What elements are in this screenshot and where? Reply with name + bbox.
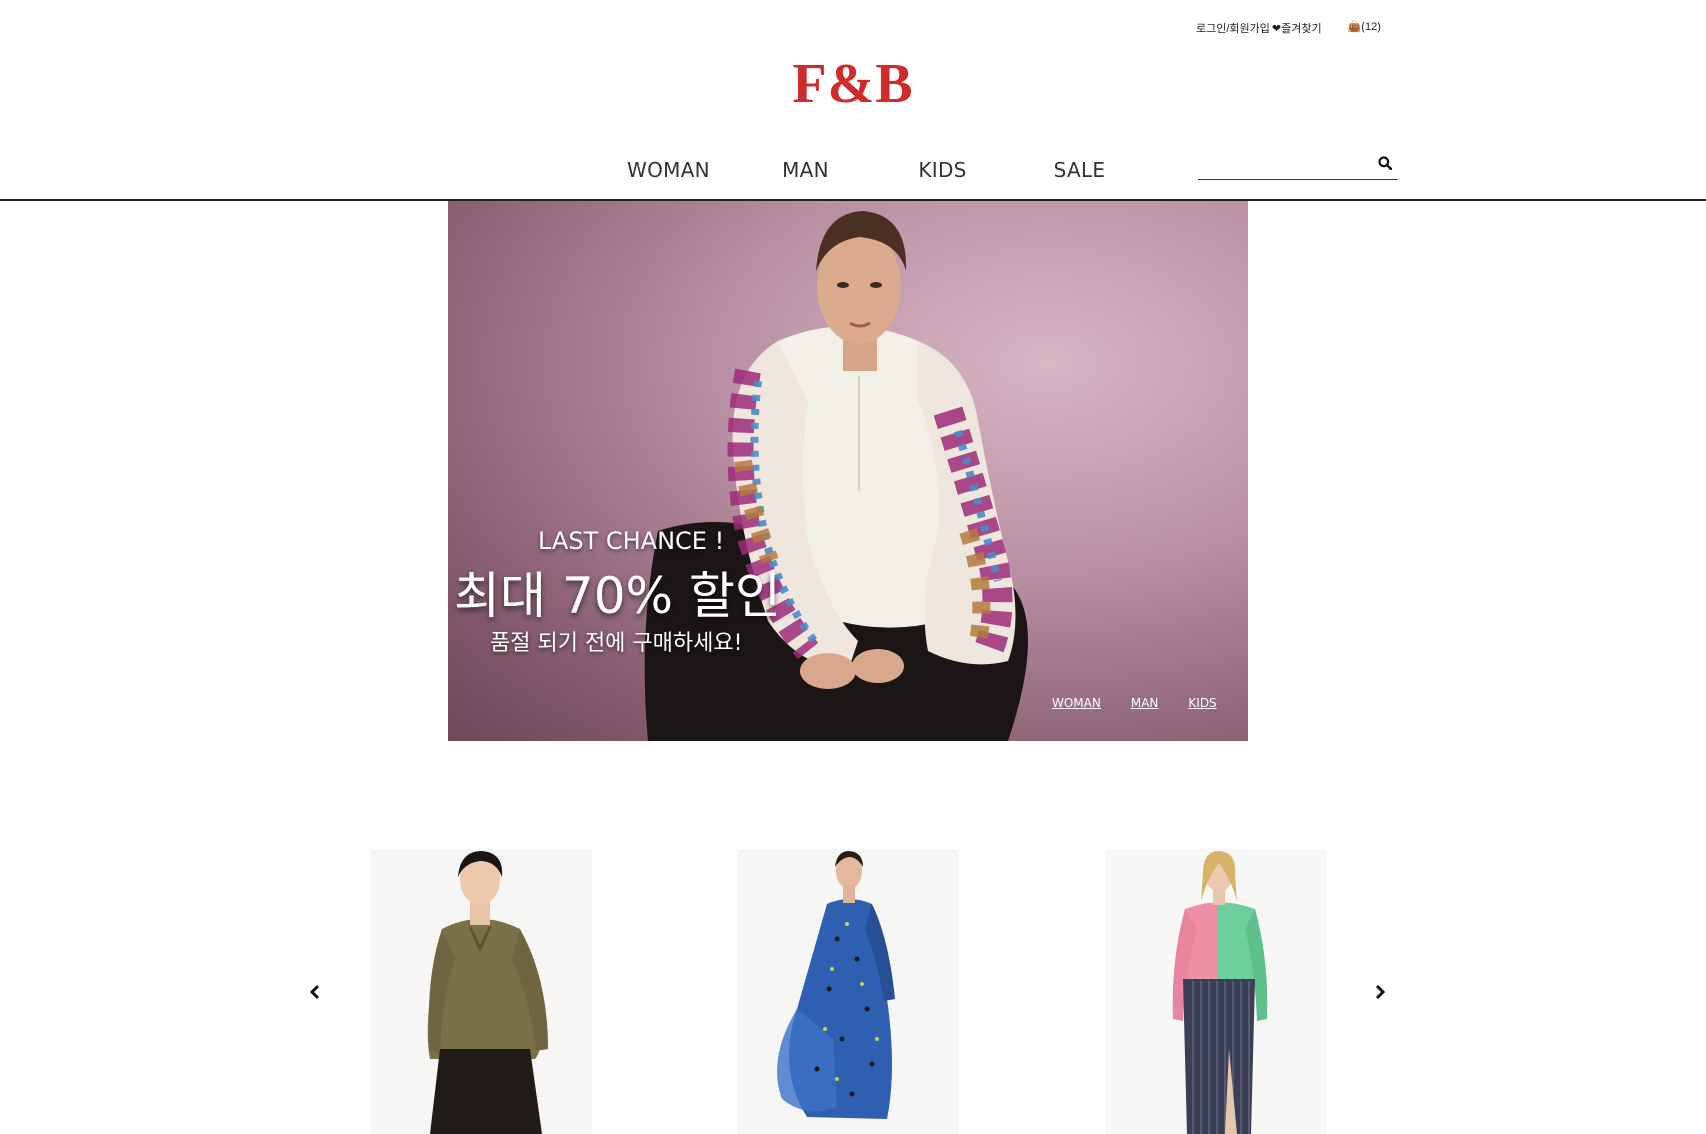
utility-left: 로그인/회원가입 ❤즐겨찾기 xyxy=(1196,20,1322,36)
nav-woman[interactable]: WOMAN xyxy=(600,158,737,182)
nav-man[interactable]: MAN xyxy=(737,158,874,182)
hero-link-man[interactable]: MAN xyxy=(1131,696,1159,710)
search-box xyxy=(1198,152,1398,180)
page: 로그인/회원가입 ❤즐겨찾기 👜(12) F&B WOMAN MAN KIDS … xyxy=(0,0,1706,1134)
product-image-khaki-shirt xyxy=(370,849,592,1134)
hero-discount: 최대 70% 할인 xyxy=(454,567,781,625)
chevron-left-icon[interactable] xyxy=(303,978,327,1006)
hero-category-links: WOMAN MAN KIDS xyxy=(1052,696,1217,710)
favorites-link[interactable]: ❤즐겨찾기 xyxy=(1272,20,1322,36)
hero-banner[interactable]: LAST CHANCE ! 최대 70% 할인 품절 되기 전에 구매하세요! … xyxy=(448,201,1248,741)
hero-headline: LAST CHANCE ! xyxy=(538,527,725,555)
hero-link-woman[interactable]: WOMAN xyxy=(1052,696,1101,710)
hero-model-image xyxy=(644,211,1028,741)
hero-link-kids[interactable]: KIDS xyxy=(1188,696,1216,710)
product-card-3[interactable] xyxy=(1105,849,1327,1134)
product-image-colorblock-dress xyxy=(1105,849,1327,1134)
hero-subtext: 품절 되기 전에 구매하세요! xyxy=(490,631,743,656)
utility-bar: 로그인/회원가입 ❤즐겨찾기 👜(12) xyxy=(1196,20,1381,36)
main-nav: WOMAN MAN KIDS SALE xyxy=(600,158,1148,182)
cart-link[interactable]: 👜(12) xyxy=(1348,20,1381,36)
product-card-2[interactable] xyxy=(737,849,959,1134)
brand-logo[interactable]: F&B xyxy=(0,52,1706,116)
nav-sale[interactable]: SALE xyxy=(1011,158,1148,182)
product-image-blue-dress xyxy=(737,849,959,1134)
nav-kids[interactable]: KIDS xyxy=(874,158,1011,182)
login-link[interactable]: 로그인/회원가입 xyxy=(1196,20,1270,36)
search-icon[interactable] xyxy=(1374,152,1396,174)
chevron-right-icon[interactable] xyxy=(1368,978,1392,1006)
search-input[interactable] xyxy=(1198,153,1368,178)
product-card-1[interactable] xyxy=(370,849,592,1134)
